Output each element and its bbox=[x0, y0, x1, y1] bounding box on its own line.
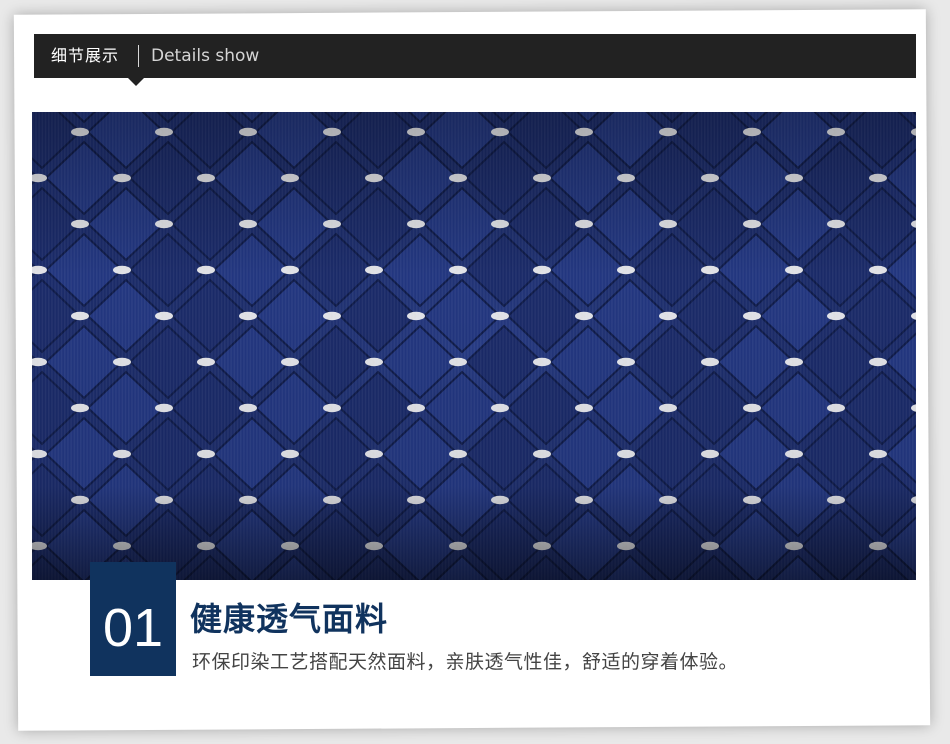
fabric-detail-image bbox=[32, 112, 916, 580]
section-title-en: Details show bbox=[151, 46, 260, 66]
header-divider bbox=[138, 45, 139, 67]
section-title-cn: 细节展示 bbox=[51, 46, 120, 65]
header-pointer-icon bbox=[128, 78, 144, 86]
feature-number: 01 bbox=[102, 598, 164, 658]
feature-description: 环保印染工艺搭配天然面料，亲肤透气性佳，舒适的穿着体验。 bbox=[192, 651, 739, 673]
feature-title: 健康透气面料 bbox=[190, 600, 389, 638]
